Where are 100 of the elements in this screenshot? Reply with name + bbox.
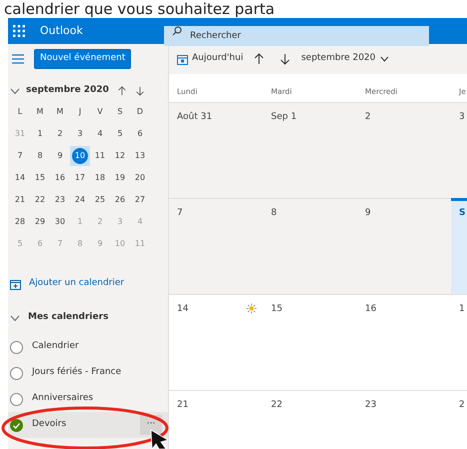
day-number: 22 [271,399,282,412]
calendar-day[interactable]: 6 [130,124,150,144]
down-arrow-icon[interactable] [279,53,292,65]
day-number: 1 [459,303,465,316]
weekday-label: D [136,106,144,118]
up-arrow-icon[interactable] [253,53,266,65]
calendar-day[interactable]: 1 [30,124,50,144]
section-heading: Mes calendriers [28,311,108,324]
day-number: 7 [177,207,183,220]
day-cell[interactable]: 23 [357,390,451,449]
day-cell[interactable]: Août 31 [169,102,263,198]
day-cell[interactable]: 2 [451,390,467,449]
day-cell[interactable]: 1 [451,294,467,390]
day-cell[interactable]: 7 [169,198,263,294]
day-cell[interactable]: 22 [263,390,357,449]
day-cell[interactable]: 3 [451,102,467,198]
chevron-icon[interactable] [10,314,20,322]
calendar-day[interactable]: 30 [50,212,70,232]
calendar-day[interactable]: 3 [70,124,90,144]
calendar-name: Devoirs [32,418,66,432]
search-field[interactable]: Rechercher [164,26,429,46]
day-number: 2 [459,399,465,412]
calendar-day[interactable]: 13 [130,146,150,166]
calendar-day[interactable]: 19 [110,168,130,188]
up-arrow-icon[interactable] [116,86,127,96]
chevron-icon [380,56,389,62]
day-number: Sep 1 [271,111,297,124]
day-cell[interactable]: 21 [169,390,263,449]
calendar-day[interactable]: 26 [110,190,130,210]
calendar-day[interactable]: 2 [50,124,70,144]
calendar-day[interactable]: 17 [70,168,90,188]
calendar-day[interactable]: 15 [30,168,50,188]
calendar-day[interactable]: 16 [50,168,70,188]
calendar-day[interactable]: 7 [10,146,30,166]
day-number: 23 [365,399,376,412]
day-number: 15 [271,303,282,316]
day-number: 14 [177,303,188,316]
month-picker[interactable]: septembre 2020 [301,52,389,66]
day-cell[interactable]: 2 [357,102,451,198]
app-launcher-icon[interactable] [12,24,26,38]
weekday-label: M [56,106,64,118]
calendar-day[interactable]: 27 [130,190,150,210]
calendar-day[interactable]: 28 [10,212,30,232]
checkbox[interactable] [10,392,23,406]
day-number: 2 [365,111,371,124]
calendar-day[interactable]: 24 [70,190,90,210]
calendar-day[interactable]: 10 [70,146,90,166]
day-number: 3 [459,111,465,124]
calendar-name: Calendrier [32,340,79,354]
calendar-day[interactable]: 25 [90,190,110,210]
calendar-day[interactable]: 9 [50,146,70,166]
weekday-label: L [16,106,24,118]
day-cell[interactable]: 9 [357,198,451,294]
search-icon [172,26,182,36]
chevron-icon[interactable] [10,88,20,94]
day-cell[interactable]: Sep 1 [263,102,357,198]
day-cell[interactable]: S [451,198,467,294]
weekday-label: M [36,106,44,118]
day-number: 21 [177,399,188,412]
calendar-day[interactable]: 4 [90,124,110,144]
weekday-label: J [78,106,82,118]
day-number: S [459,207,466,220]
calendar-name: Jours fériés - France [32,366,122,380]
sun-icon [246,303,257,314]
calendar-day[interactable]: 14 [10,168,30,188]
calendar-day[interactable]: 21 [10,190,30,210]
day-cell[interactable]: 15 [263,294,357,390]
calendar-day[interactable]: 5 [110,124,130,144]
calendar-day[interactable]: 22 [30,190,50,210]
weekday-label: V [96,106,104,118]
add-calendar-link[interactable]: Ajouter un calendrier [29,277,124,291]
calendar-day[interactable]: 18 [90,168,110,188]
new-event-button[interactable]: Nouvel événement [34,49,132,69]
checkbox[interactable] [10,418,23,432]
add-calendar-icon [10,278,21,290]
cursor-icon [150,429,169,449]
day-cell[interactable]: 8 [263,198,357,294]
calendar-day[interactable]: 11 [90,146,110,166]
calendar-day[interactable]: 20 [130,168,150,188]
day-number: 9 [365,207,371,220]
down-arrow-icon[interactable] [134,86,145,96]
day-cell[interactable]: 14 [169,294,263,390]
calendar-day[interactable]: 8 [30,146,50,166]
day-cell[interactable]: 16 [357,294,451,390]
weekday-label: S [116,106,124,118]
checkbox[interactable] [10,366,23,380]
day-number: 8 [271,207,277,220]
app-name: Outlook [40,22,84,39]
calendar-day[interactable]: 23 [50,190,70,210]
day-number: Août 31 [177,111,212,124]
checkbox[interactable] [10,340,23,354]
calendar-day[interactable]: 29 [30,212,50,232]
caption-text: calendrier que vous souhaitez parta [3,0,276,18]
mini-calendar-title: septembre 2020 [26,84,109,98]
calendar-day[interactable]: 12 [110,146,130,166]
day-number: 16 [365,303,376,316]
calendar-name: Anniversaires [32,392,94,406]
menu-icon[interactable] [12,54,24,64]
today-button[interactable]: Aujourd'hui [177,52,244,66]
calendar-icon [177,54,188,64]
